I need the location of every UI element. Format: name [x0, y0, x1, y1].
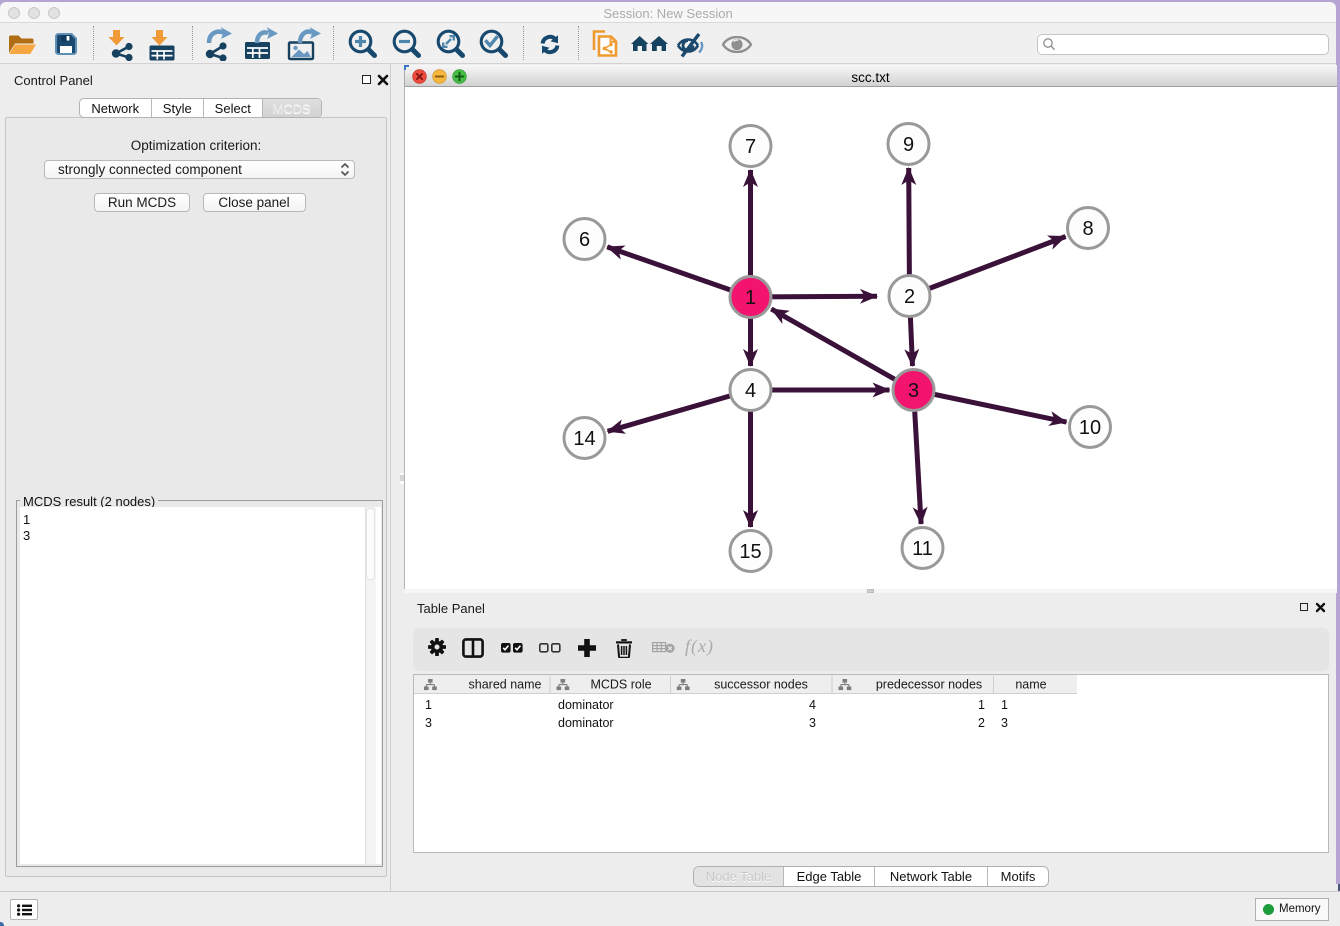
svg-text:3: 3: [908, 380, 919, 402]
svg-text:15: 15: [739, 541, 761, 563]
svg-text:8: 8: [1082, 218, 1093, 240]
svg-text:9: 9: [903, 134, 914, 156]
svg-text:7: 7: [745, 136, 756, 158]
svg-text:1: 1: [745, 287, 756, 309]
svg-text:name: name: [1015, 677, 1046, 691]
svg-text:successor nodes: successor nodes: [714, 677, 808, 691]
svg-text:4: 4: [745, 380, 756, 402]
svg-text:MCDS role: MCDS role: [590, 677, 651, 691]
svg-text:10: 10: [1079, 417, 1101, 439]
svg-text:shared name: shared name: [468, 677, 541, 691]
svg-text:14: 14: [573, 428, 595, 450]
svg-text:11: 11: [912, 538, 933, 560]
svg-text:6: 6: [579, 229, 590, 251]
svg-text:predecessor nodes: predecessor nodes: [875, 677, 981, 691]
svg-text:2: 2: [904, 286, 915, 308]
